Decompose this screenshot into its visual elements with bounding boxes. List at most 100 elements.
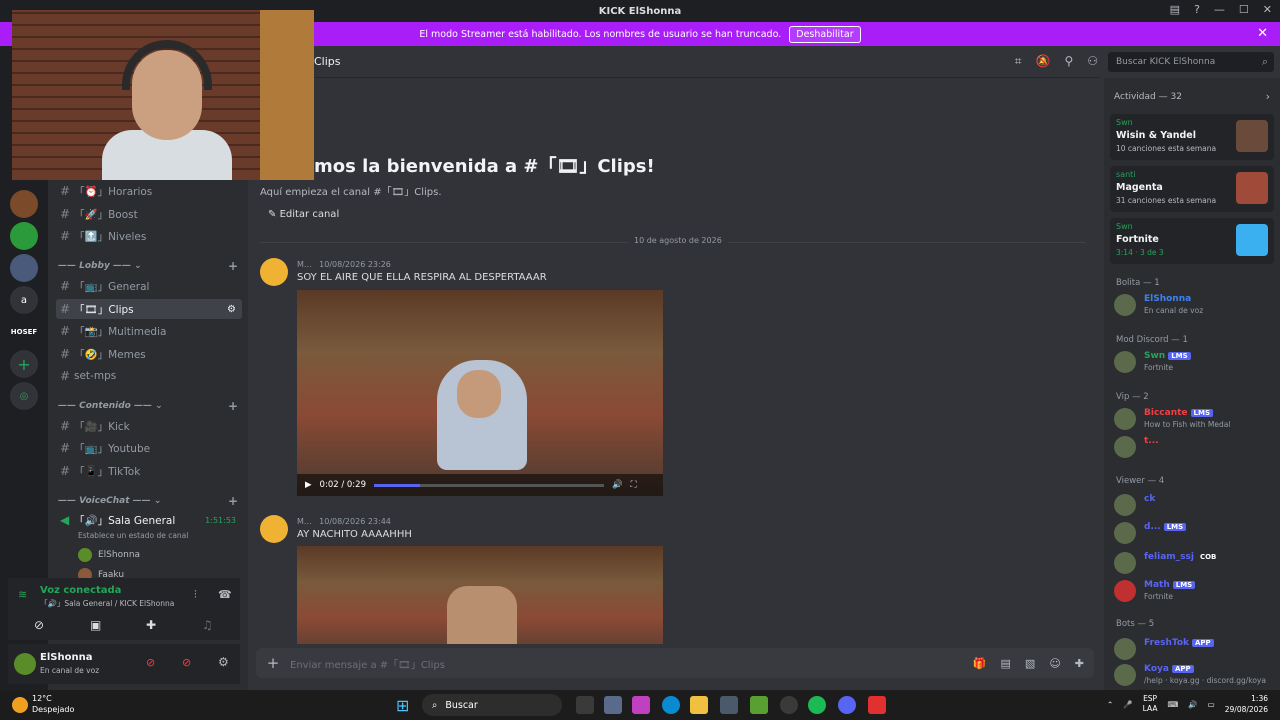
settings-icon[interactable]: ⚙: [227, 304, 236, 315]
chevron-up-icon[interactable]: ⌃: [1107, 700, 1113, 709]
deafen-icon[interactable]: ⊘: [182, 656, 191, 669]
add-channel-icon[interactable]: +: [228, 259, 238, 273]
close-icon[interactable]: ✕: [1257, 26, 1268, 41]
channel-clips[interactable]: # 「🎞」Clips ⚙: [56, 299, 242, 319]
maximize-icon[interactable]: ☐: [1239, 3, 1249, 16]
volume-icon[interactable]: 🔊: [612, 480, 623, 490]
member-item[interactable]: Math LMS Fortnite: [1114, 578, 1274, 604]
minimize-icon[interactable]: —: [1214, 3, 1225, 16]
obs-icon[interactable]: [780, 696, 798, 714]
channel-memes[interactable]: # 「🤣」Memes: [56, 344, 242, 364]
video-attachment[interactable]: ▶ 0:02 / 0:29 🔊 ⛶: [297, 290, 663, 496]
app-icon[interactable]: [632, 696, 650, 714]
volume-icon[interactable]: 🔊: [1188, 700, 1197, 709]
add-channel-icon[interactable]: +: [228, 399, 238, 413]
channel-tiktok[interactable]: # 「📱」TikTok: [56, 461, 242, 481]
minecraft-icon[interactable]: [750, 696, 768, 714]
gift-icon[interactable]: 🎁: [973, 657, 987, 670]
member-item[interactable]: d... LMS: [1114, 520, 1274, 546]
category-lobby[interactable]: —— Lobby —— ⌄ +: [58, 259, 238, 273]
edge-icon[interactable]: [662, 696, 680, 714]
server-icon[interactable]: [10, 254, 38, 282]
settings-app-icon[interactable]: [604, 696, 622, 714]
soundboard-icon[interactable]: ♫: [202, 618, 213, 632]
settings-icon[interactable]: ⚙: [218, 655, 229, 669]
activity-card[interactable]: santi Magenta 31 canciones esta semana: [1110, 166, 1274, 212]
emoji-icon[interactable]: ☺: [1049, 657, 1060, 670]
video-progress[interactable]: [374, 483, 604, 487]
notifications-icon[interactable]: 🔕: [1035, 54, 1050, 69]
avatar[interactable]: [14, 653, 36, 675]
weather-widget[interactable]: 12°C Despejado: [32, 693, 74, 715]
avatar[interactable]: [260, 258, 288, 286]
video-attachment[interactable]: [297, 546, 663, 644]
inbox-icon[interactable]: ▤: [1170, 3, 1180, 16]
channel-youtube[interactable]: # 「📺」Youtube: [56, 438, 242, 458]
message-input[interactable]: + Enviar mensaje a #「🎞」Clips 🎁 ▤ ▧ ☺ ✚: [256, 648, 1094, 678]
server-icon[interactable]: [10, 222, 38, 250]
play-icon[interactable]: ▶: [305, 480, 312, 490]
channel-niveles[interactable]: # 「🔝」Niveles: [56, 226, 242, 246]
spotify-icon[interactable]: [808, 696, 826, 714]
member-item[interactable]: Biccante LMS How to Fish with Medal: [1114, 406, 1274, 432]
battery-icon[interactable]: ▭: [1208, 700, 1215, 709]
taskbar-search[interactable]: ⌕ Buscar: [422, 694, 562, 716]
store-icon[interactable]: [720, 696, 738, 714]
activity-header[interactable]: Actividad — 32: [1114, 92, 1182, 102]
app-icon[interactable]: [868, 696, 886, 714]
clock[interactable]: 1:36 29/08/2026: [1225, 693, 1268, 715]
activity-card[interactable]: Swn Fortnite 3:14 · 3 de 3: [1110, 218, 1274, 264]
voice-user[interactable]: ElShonna: [78, 548, 140, 562]
channel-boost[interactable]: # 「🚀」Boost: [56, 204, 242, 224]
member-item[interactable]: FreshTok APP: [1114, 636, 1274, 662]
channel-multimedia[interactable]: # 「📸」Multimedia: [56, 321, 242, 341]
voice-channel-link[interactable]: 「🔊」Sala General / KICK ElShonna: [40, 598, 174, 609]
language-indicator[interactable]: ESP LAA: [1143, 694, 1158, 714]
voice-channel-sala-general[interactable]: ◀ 「🔊」Sala General 1:51:53: [56, 510, 242, 530]
voice-channel-status[interactable]: Establece un estado de canal: [78, 531, 188, 540]
fullscreen-icon[interactable]: ⛶: [631, 480, 637, 490]
chevron-right-icon[interactable]: ›: [1266, 90, 1270, 103]
channel-kick[interactable]: # 「🎥」Kick: [56, 416, 242, 436]
member-item[interactable]: ck: [1114, 492, 1274, 518]
add-server-icon[interactable]: +: [10, 350, 38, 378]
member-item[interactable]: ElShonna En canal de voz: [1114, 292, 1274, 318]
avatar[interactable]: [260, 515, 288, 543]
channel-horarios[interactable]: # 「⏰」Horarios: [56, 181, 242, 201]
category-voicechat[interactable]: —— VoiceChat —— ⌄ +: [58, 494, 238, 508]
close-window-icon[interactable]: ✕: [1263, 3, 1272, 16]
file-explorer-icon[interactable]: [690, 696, 708, 714]
mic-icon[interactable]: 🎤: [1123, 700, 1132, 709]
category-contenido[interactable]: —— Contenido —— ⌄ +: [58, 399, 238, 413]
screen-share-icon[interactable]: ▣: [90, 618, 101, 632]
member-item[interactable]: feliam_ssj COB: [1114, 550, 1274, 576]
noise-suppression-icon[interactable]: ⫶: [194, 588, 197, 602]
disconnect-icon[interactable]: ☎: [218, 588, 232, 601]
task-view-icon[interactable]: [576, 696, 594, 714]
threads-icon[interactable]: ⌗: [1015, 54, 1022, 69]
channel-set-mps[interactable]: # set-mps: [56, 366, 242, 386]
server-icon[interactable]: HOSEF: [10, 318, 38, 346]
mic-muted-icon[interactable]: ⊘: [146, 656, 155, 669]
camera-off-icon[interactable]: ⊘: [34, 618, 44, 632]
members-icon[interactable]: ⚇: [1087, 54, 1098, 69]
server-icon[interactable]: [10, 190, 38, 218]
add-attachment-icon[interactable]: +: [256, 654, 290, 672]
compass-icon[interactable]: ◎: [10, 382, 38, 410]
windows-start-icon[interactable]: ⊞: [396, 696, 409, 715]
help-icon[interactable]: ?: [1194, 3, 1200, 16]
member-item[interactable]: Koya APP /help · koya.gg · discord.gg/koy…: [1114, 662, 1274, 688]
sticker-icon[interactable]: ▧: [1025, 657, 1035, 670]
channel-general[interactable]: # 「📺」General: [56, 276, 242, 296]
network-icon[interactable]: ⌨: [1168, 700, 1179, 709]
discord-icon[interactable]: [838, 696, 856, 714]
search-input[interactable]: Buscar KICK ElShonna ⌕: [1108, 52, 1274, 72]
pin-icon[interactable]: ⚲: [1064, 54, 1073, 69]
activity-card[interactable]: Swn Wisin & Yandel 10 canciones esta sem…: [1110, 114, 1274, 160]
activities-icon[interactable]: ✚: [146, 618, 156, 632]
add-channel-icon[interactable]: +: [228, 494, 238, 508]
member-item[interactable]: t...: [1114, 434, 1274, 460]
edit-channel-button[interactable]: ✎ Editar canal: [268, 209, 339, 220]
gif-icon[interactable]: ▤: [1001, 657, 1011, 670]
disable-streamer-button[interactable]: Deshabilitar: [789, 25, 861, 43]
